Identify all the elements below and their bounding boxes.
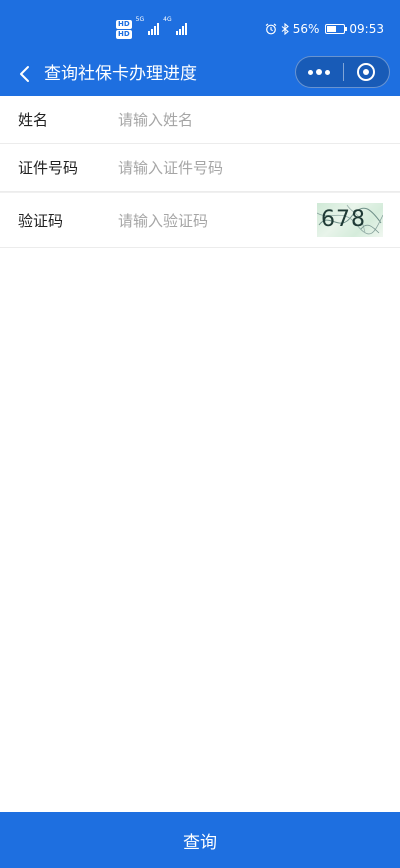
name-row: 姓名 bbox=[0, 96, 400, 144]
captcha-label: 验证码 bbox=[18, 212, 64, 230]
battery-percent: 56% bbox=[292, 22, 320, 36]
status-bar: HD HD 5G 4G 56% 09:53 bbox=[0, 0, 400, 54]
captcha-row: 验证码 678 bbox=[0, 192, 400, 248]
name-input[interactable] bbox=[118, 106, 308, 134]
id-number-input[interactable] bbox=[118, 154, 308, 182]
hd-top-label: HD bbox=[116, 19, 132, 29]
signal-bars-icon bbox=[148, 23, 160, 35]
more-dots-icon bbox=[308, 69, 314, 75]
hd-icon: HD HD bbox=[116, 19, 132, 39]
bluetooth-icon bbox=[281, 23, 289, 35]
header: HD HD 5G 4G 56% 09:53 查询社保卡办理进度 bbox=[0, 0, 400, 96]
id-number-label: 证件号码 bbox=[18, 159, 79, 177]
captcha-input[interactable] bbox=[118, 207, 308, 235]
back-button[interactable] bbox=[12, 60, 36, 88]
battery-icon bbox=[325, 24, 348, 34]
network-5g-label: 5G bbox=[135, 16, 145, 23]
hd-bottom-label: HD bbox=[116, 29, 132, 39]
signal-indicator: HD HD 5G 4G bbox=[116, 16, 187, 42]
captcha-image[interactable]: 678 bbox=[317, 203, 383, 237]
captcha-text: 678 bbox=[321, 207, 366, 232]
target-circle-icon bbox=[357, 63, 376, 81]
mini-program-capsule bbox=[295, 56, 390, 88]
query-form: 姓名 证件号码 验证码 678 bbox=[0, 96, 400, 248]
status-time: 09:53 bbox=[349, 22, 384, 36]
chevron-left-icon bbox=[20, 66, 29, 82]
status-right: 56% 09:53 bbox=[265, 20, 384, 38]
name-label: 姓名 bbox=[18, 111, 49, 129]
page-title: 查询社保卡办理进度 bbox=[44, 64, 197, 84]
submit-button[interactable]: 查询 bbox=[0, 812, 400, 868]
id-number-row: 证件号码 bbox=[0, 144, 400, 192]
nav-bar: 查询社保卡办理进度 bbox=[0, 54, 400, 94]
network-4g-label: 4G bbox=[163, 16, 172, 23]
signal-bars-icon-2 bbox=[175, 23, 187, 35]
battery-fill bbox=[327, 26, 337, 32]
more-button[interactable] bbox=[296, 57, 343, 87]
close-button[interactable] bbox=[343, 57, 389, 87]
alarm-icon bbox=[265, 23, 277, 35]
